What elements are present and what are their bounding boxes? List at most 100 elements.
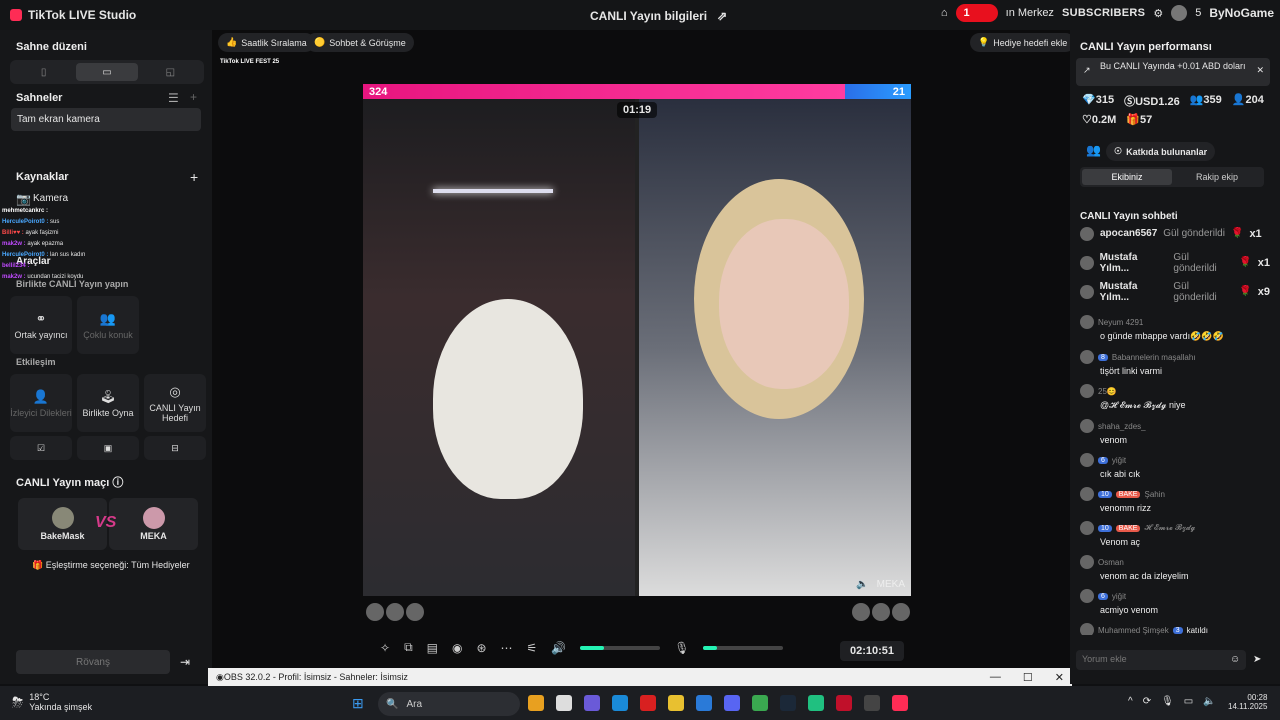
obs-taskbar-icon[interactable]	[864, 695, 880, 711]
settings-icon[interactable]: ⚙	[1153, 7, 1163, 20]
edge-icon[interactable]	[612, 695, 628, 711]
multi-guest-button[interactable]: 👥 Çoklu konuk	[77, 296, 139, 354]
avatar	[1080, 589, 1094, 603]
opera-icon[interactable]	[640, 695, 656, 711]
fan-badge: BAKE	[1115, 490, 1141, 498]
tab-rival-team[interactable]: Rakip ekip	[1172, 169, 1262, 185]
add-source-icon[interactable]: +	[190, 169, 198, 185]
magic-icon[interactable]: ✧	[380, 641, 390, 655]
rose-icon: 🌹	[1230, 228, 1244, 239]
merkez-label[interactable]: ın Merkez	[1006, 7, 1054, 19]
player-one[interactable]: BakeMask	[18, 498, 107, 550]
exit-icon[interactable]: ⇥	[180, 655, 190, 669]
minimize-icon[interactable]: —	[990, 671, 1001, 684]
folder-icon[interactable]	[668, 695, 684, 711]
avatar[interactable]	[852, 603, 870, 621]
mic-tray-icon[interactable]: 🎙	[1161, 696, 1174, 707]
settings-icon[interactable]: ⚟	[527, 641, 538, 655]
hourly-ranking-chip[interactable]: 👍 Saatlik Sıralama	[218, 33, 315, 52]
monitor-icon[interactable]: ▭	[1184, 696, 1193, 707]
chat-call-chip[interactable]: 🟡 Sohbet & Görüşme	[306, 33, 414, 52]
play-together-button[interactable]: 🕹 Birlikte Oyna	[77, 374, 139, 432]
co-host-button[interactable]: ⚭ Ortak yayıncı	[10, 296, 72, 354]
avatar[interactable]	[366, 603, 384, 621]
player-two[interactable]: MEKA	[109, 498, 198, 550]
title-bar: TikTok LIVE Studio CANLI Yayın bilgileri…	[0, 0, 1280, 30]
avatar[interactable]	[386, 603, 404, 621]
matching-option[interactable]: 🎁 Eşleştirme seçeneği: Tüm Hediyeler	[32, 560, 190, 571]
subscribers-label: SUBSCRIBERS	[1061, 7, 1146, 19]
list-icon[interactable]: ☰	[168, 91, 179, 105]
layout-landscape-button[interactable]: ▭	[76, 63, 138, 81]
teams-icon[interactable]	[584, 695, 600, 711]
contributors-button[interactable]: ☉ Katkıda bulunanlar	[1106, 142, 1216, 161]
weather-widget[interactable]: ⛈ 18°C Yakında şimşek	[12, 692, 92, 712]
search-box[interactable]: 🔍 Ara	[378, 692, 520, 716]
avatar[interactable]	[892, 603, 910, 621]
tool-store-button[interactable]: ⊟	[144, 436, 206, 460]
live-info-title[interactable]: CANLI Yayın bilgileri ⇗	[590, 9, 727, 23]
discord-icon[interactable]	[724, 695, 740, 711]
screen-icon[interactable]: ▤	[427, 641, 438, 655]
sync-icon[interactable]: ⟳	[1143, 696, 1151, 707]
share-icon[interactable]: ⇗	[717, 9, 727, 23]
scene-layout-title: Sahne düzeni	[16, 41, 87, 53]
tool-check-button[interactable]: ☑	[10, 436, 72, 460]
more-icon[interactable]: ⋯	[501, 641, 513, 655]
record-icon[interactable]: ◉	[452, 641, 462, 655]
avatar	[1080, 487, 1094, 501]
tiktok-taskbar-icon[interactable]	[892, 695, 908, 711]
left-stream-panel	[363, 99, 635, 596]
steam-icon[interactable]	[780, 695, 796, 711]
checkbox-icon: ☑	[36, 442, 46, 453]
chevron-up-icon[interactable]: ^	[1128, 696, 1133, 707]
followers-stat: 👤204	[1231, 94, 1264, 106]
speaker-tray-icon[interactable]: 🔈	[1203, 696, 1215, 707]
volume-icon[interactable]: 🔊	[551, 641, 566, 655]
help-icon[interactable]: ⓘ	[112, 477, 123, 489]
add-scene-icon[interactable]: +	[190, 90, 197, 104]
home-icon[interactable]: ⌂	[941, 7, 948, 19]
rematch-button[interactable]: Rövanş	[16, 650, 170, 674]
gift-goal-chip[interactable]: 💡 Hediye hedefi ekle	[970, 33, 1076, 52]
avatar[interactable]	[406, 603, 424, 621]
scene-item[interactable]: Tam ekran kamera	[11, 108, 201, 131]
mic-slider[interactable]	[703, 645, 784, 650]
tool-box-button[interactable]: ▣	[77, 436, 139, 460]
live-goal-button[interactable]: ◎ CANLI Yayın Hedefi	[144, 374, 206, 432]
volume-slider[interactable]	[580, 645, 661, 650]
maximize-icon[interactable]: ☐	[1023, 671, 1033, 684]
app-icon[interactable]	[808, 695, 824, 711]
clock[interactable]: 00:28 14.11.2025	[1228, 693, 1267, 711]
fest-badge: TikTok LIVE FEST 25	[220, 59, 280, 65]
close-icon[interactable]: ✕	[1055, 671, 1064, 684]
tab-your-team[interactable]: Ekibiniz	[1082, 169, 1172, 185]
avatar[interactable]	[1171, 5, 1188, 21]
store-icon[interactable]	[556, 695, 572, 711]
layout-icon[interactable]: ⧉	[404, 640, 413, 655]
avatar[interactable]	[872, 603, 890, 621]
list-item: 25😊 @𝓗 𝓔𝓶𝓻𝓮 𝓑𝔃𝓭𝓰 niye	[1080, 384, 1270, 411]
viewer-requests-button[interactable]: 👤 İzleyici Dilekleri	[10, 374, 72, 432]
emoji-icon[interactable]: ☺	[1230, 654, 1240, 665]
notification-pill[interactable]: 1	[955, 4, 998, 22]
chrome-alt-icon[interactable]	[752, 695, 768, 711]
send-icon[interactable]: ➤	[1253, 654, 1261, 665]
windows-start-icon[interactable]: ⊞	[352, 695, 364, 712]
layout-custom-button[interactable]: ◱	[140, 63, 201, 81]
comment-input[interactable]: Yorum ekle	[1076, 650, 1246, 670]
camera-switch-icon[interactable]: ⊛	[476, 641, 486, 655]
earnings-info: ↗ Bu CANLI Yayında +0.01 ABD doları ✕	[1076, 58, 1270, 86]
mic-icon[interactable]: 🎙	[674, 641, 689, 655]
search-icon: 🔍	[386, 698, 399, 710]
mail-icon[interactable]	[696, 695, 712, 711]
media-icon[interactable]	[836, 695, 852, 711]
layout-portrait-button[interactable]: ▯	[13, 63, 74, 81]
add-person-icon[interactable]: 👥	[1086, 143, 1101, 157]
speaker-icon[interactable]: 🔈	[856, 579, 868, 590]
camera-source[interactable]: Kamera	[33, 193, 68, 204]
close-icon[interactable]: ✕	[1256, 65, 1264, 76]
vs-icon: VS	[95, 514, 117, 531]
chrome-icon[interactable]	[528, 695, 544, 711]
list-item: shaha_zdes_ venom	[1080, 419, 1270, 445]
